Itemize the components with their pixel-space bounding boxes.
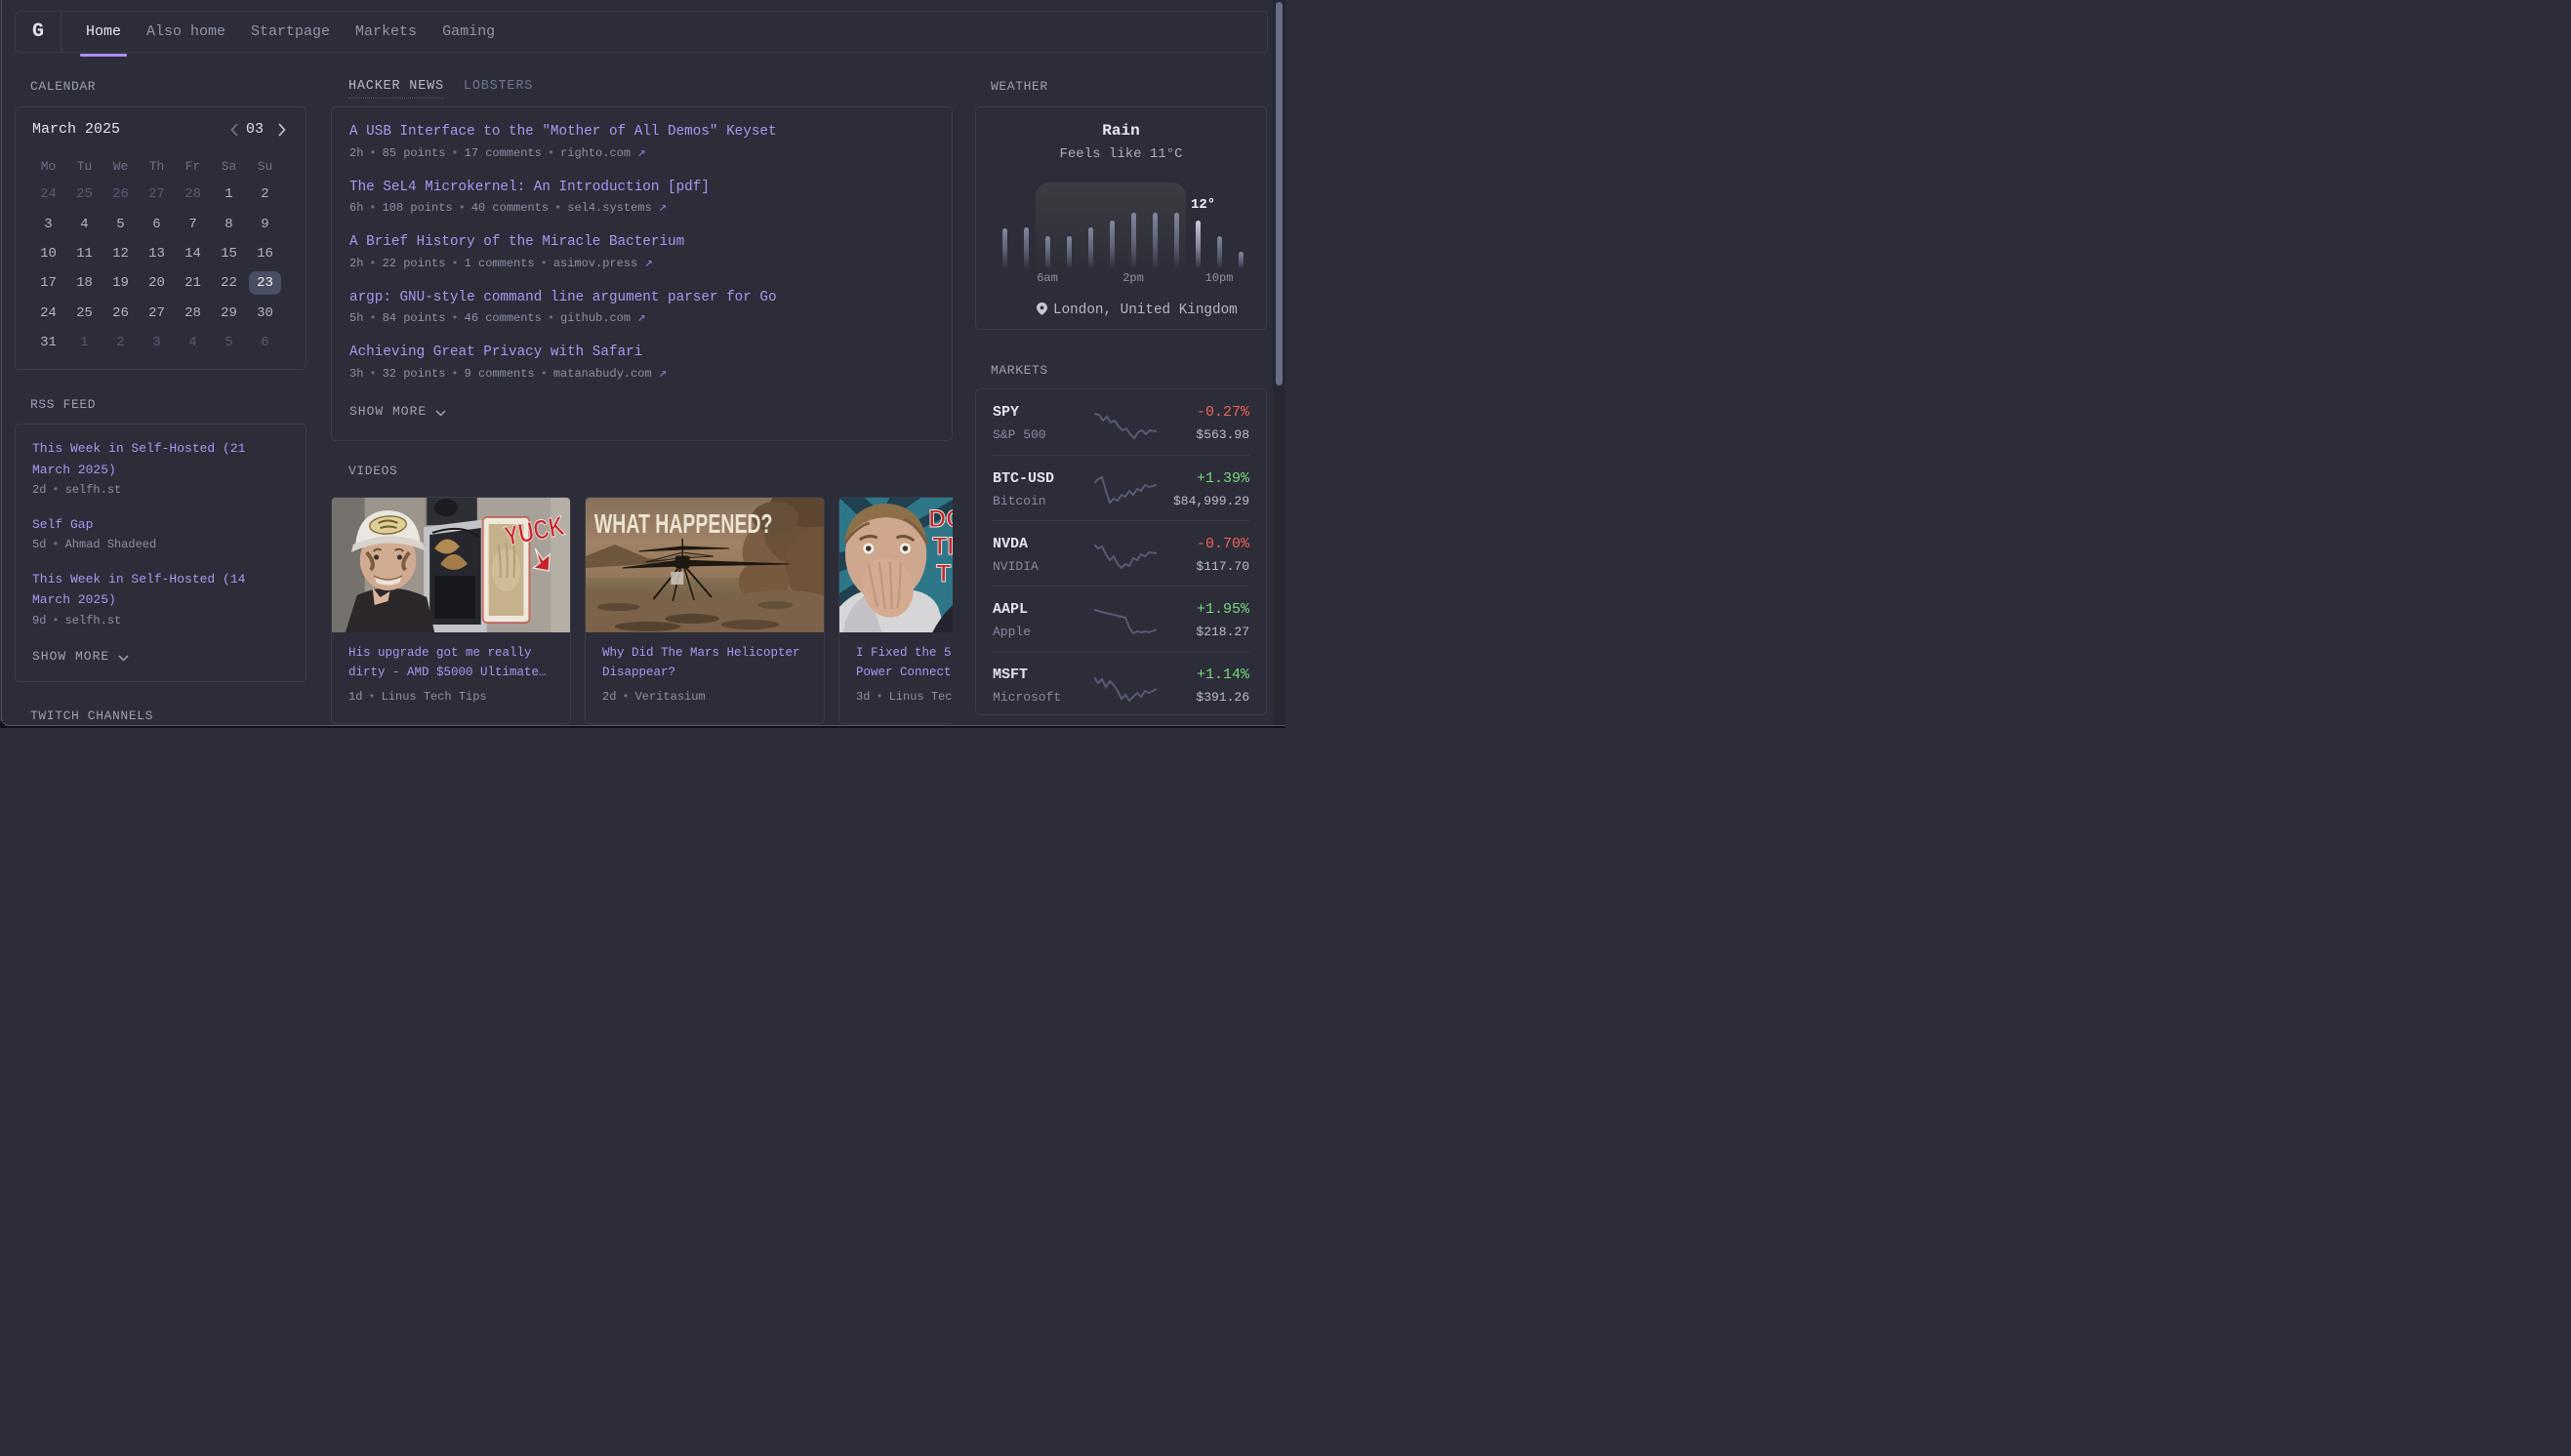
svg-text:DO: DO xyxy=(928,506,953,533)
svg-text:TI: TI xyxy=(932,533,953,560)
svg-text:WHAT HAPPENED?: WHAT HAPPENED? xyxy=(594,508,773,539)
svg-text:T: T xyxy=(936,560,951,587)
